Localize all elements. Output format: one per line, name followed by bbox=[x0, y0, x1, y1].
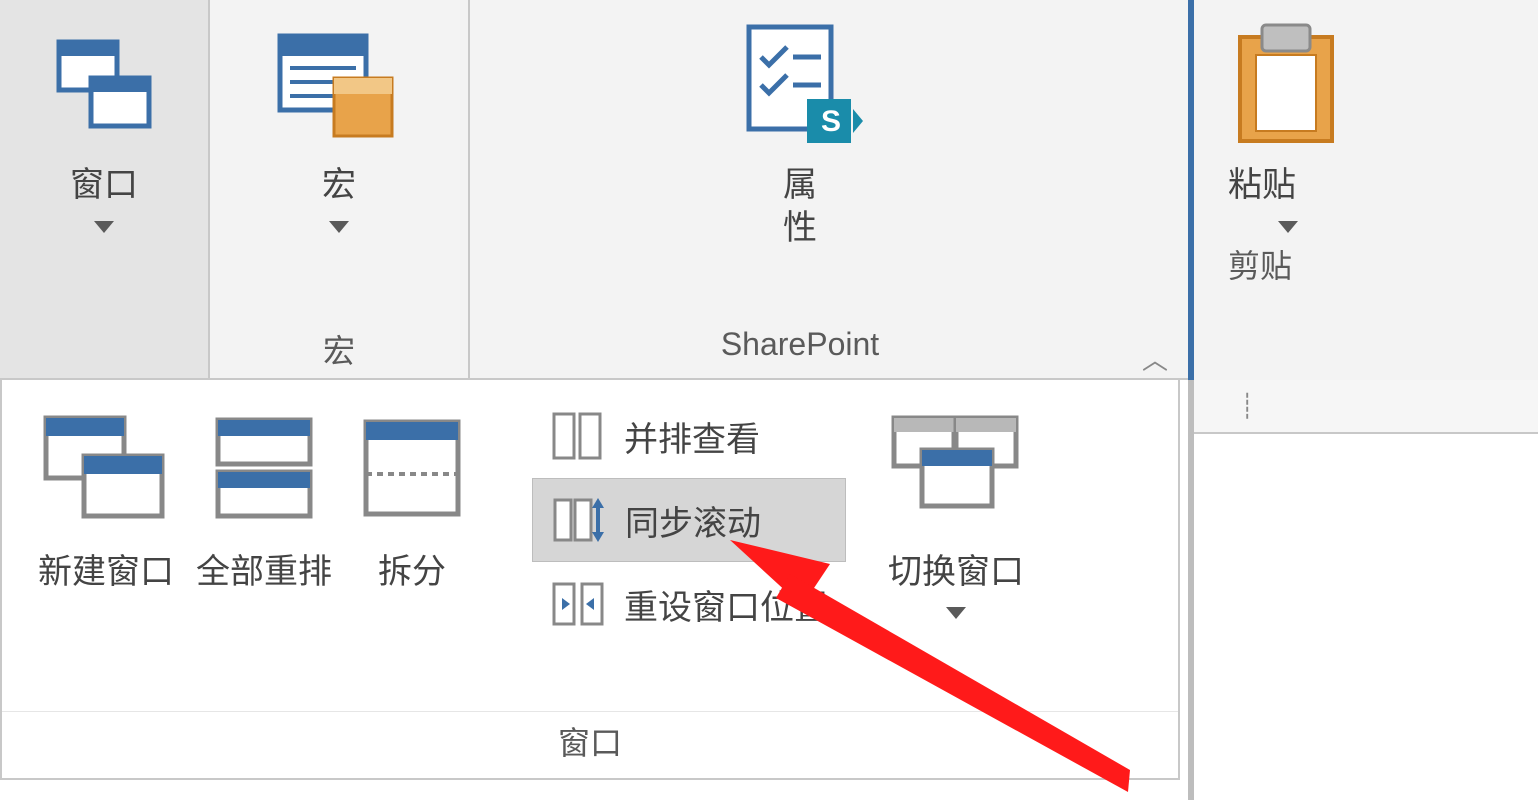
macro-group: 宏 宏 bbox=[210, 0, 470, 378]
new-window-icon bbox=[36, 400, 176, 540]
new-window-button[interactable]: 新建窗口 bbox=[36, 400, 176, 593]
reset-position-button[interactable]: 重设窗口位置 bbox=[532, 562, 846, 646]
arrange-all-icon bbox=[204, 400, 324, 540]
reset-position-label: 重设窗口位置 bbox=[624, 580, 828, 629]
compare-options: 并排查看 同步滚动 重设窗口位置 bbox=[532, 394, 846, 646]
sync-scroll-icon bbox=[551, 492, 607, 548]
arrange-all-label: 全部重排 bbox=[196, 544, 332, 593]
chevron-down-icon bbox=[946, 607, 966, 619]
sync-scroll-label: 同步滚动 bbox=[625, 496, 761, 545]
side-by-side-icon bbox=[550, 408, 606, 464]
sharepoint-group: S 属 性 SharePoint bbox=[470, 0, 1130, 378]
properties-icon: S bbox=[735, 16, 865, 156]
window-group: 窗口 bbox=[0, 0, 210, 378]
window-dropdown-panel: 新建窗口 全部重排 拆分 bbox=[0, 380, 1180, 780]
clipboard-icon bbox=[1228, 16, 1348, 156]
switch-window-label: 切换窗口 bbox=[888, 544, 1024, 593]
macro-label: 宏 bbox=[322, 164, 356, 207]
window-button[interactable]: 窗口 bbox=[0, 0, 208, 233]
macro-group-label: 宏 bbox=[210, 318, 468, 378]
new-window-label: 新建窗口 bbox=[38, 544, 174, 593]
arrange-all-button[interactable]: 全部重排 bbox=[196, 400, 332, 593]
view-side-by-side-label: 并排查看 bbox=[624, 412, 760, 461]
svg-text:S: S bbox=[821, 105, 841, 138]
sharepoint-group-label: SharePoint bbox=[470, 318, 1130, 378]
macro-icon bbox=[274, 16, 404, 156]
switch-window-icon bbox=[886, 400, 1026, 540]
macro-button[interactable]: 宏 bbox=[254, 0, 424, 233]
chevron-down-icon bbox=[329, 221, 349, 233]
window-label: 窗口 bbox=[70, 164, 138, 207]
ruler-stub: ┊ bbox=[1194, 380, 1538, 434]
switch-window-button[interactable]: 切换窗口 bbox=[886, 400, 1026, 619]
split-icon bbox=[352, 400, 472, 540]
view-side-by-side-button[interactable]: 并排查看 bbox=[532, 394, 846, 478]
document-area-stub: ┊ bbox=[1188, 380, 1538, 800]
sync-scroll-button[interactable]: 同步滚动 bbox=[532, 478, 846, 562]
paste-button[interactable]: 粘贴 bbox=[1216, 0, 1368, 233]
split-button[interactable]: 拆分 bbox=[352, 400, 472, 593]
split-label: 拆分 bbox=[378, 544, 446, 593]
properties-button[interactable]: S 属 性 bbox=[715, 0, 885, 249]
chevron-down-icon bbox=[94, 221, 114, 233]
reset-position-icon bbox=[550, 576, 606, 632]
clipboard-group-label: 剪贴 bbox=[1216, 233, 1538, 293]
window-icon bbox=[49, 16, 159, 156]
paste-label: 粘贴 bbox=[1228, 164, 1296, 207]
clipboard-group: 粘贴 剪贴 bbox=[1188, 0, 1538, 380]
chevron-down-icon bbox=[1278, 221, 1298, 233]
window-group-label: 窗口 bbox=[2, 711, 1178, 778]
collapse-ribbon-icon[interactable]: ︿ bbox=[1142, 340, 1168, 377]
properties-label: 属 性 bbox=[783, 164, 817, 249]
